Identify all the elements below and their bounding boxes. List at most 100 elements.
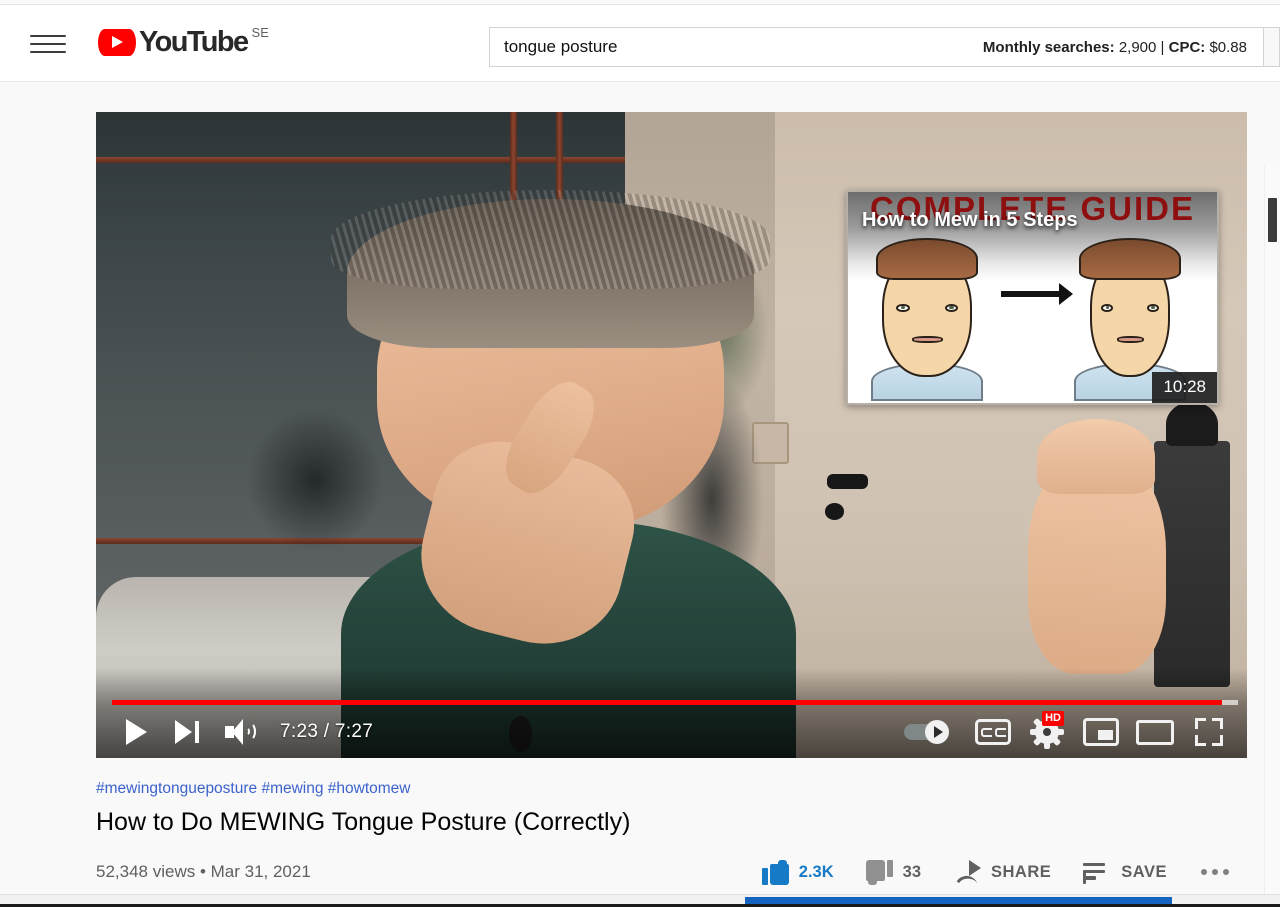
fs-corner xyxy=(1195,735,1206,746)
fs-corner xyxy=(1195,718,1206,729)
time-display: 7:23 / 7:27 xyxy=(280,721,374,742)
subject-raised-hand xyxy=(1028,419,1167,675)
hamburger-menu-icon[interactable] xyxy=(30,28,66,60)
youtube-logo[interactable]: YouTube SE xyxy=(98,25,269,58)
autoplay-toggle[interactable] xyxy=(901,708,963,756)
page-content: COMPLETE GUIDE How to Mew in 5 Steps 10:… xyxy=(0,83,1280,907)
page-title: How to Do MEWING Tongue Posture (Correct… xyxy=(96,808,631,836)
endcard-face-before xyxy=(866,228,988,401)
thumb-pad xyxy=(769,863,789,885)
dot xyxy=(1223,869,1229,875)
more-dots-icon[interactable] xyxy=(1183,849,1247,895)
hd-quality-badge: HD xyxy=(1042,711,1064,726)
view-count-and-date: 52,348 views • Mar 31, 2021 xyxy=(96,862,311,881)
theater-mode-icon xyxy=(1136,719,1174,745)
save-line xyxy=(1083,870,1106,873)
like-count: 2.3K xyxy=(798,862,834,881)
miniplayer-button[interactable] xyxy=(1077,708,1125,756)
endcard-hair xyxy=(1079,238,1182,280)
cc-glyph xyxy=(980,727,992,737)
endcard-eye xyxy=(1147,303,1160,313)
thumb-pad xyxy=(865,859,885,881)
gear-hole xyxy=(1043,728,1051,736)
save-plus xyxy=(1083,876,1097,879)
endcard-eye xyxy=(944,303,959,313)
play-icon[interactable] xyxy=(112,708,160,756)
save-line xyxy=(1083,863,1106,866)
captions-button[interactable] xyxy=(969,708,1017,756)
video-action-buttons: 2.3K 33 SHARE SAVE xyxy=(746,849,1247,895)
save-to-playlist-icon xyxy=(1083,861,1111,884)
save-label: SAVE xyxy=(1121,862,1167,881)
share-button[interactable]: SHARE xyxy=(937,849,1067,895)
monthly-searches-value: 2,900 xyxy=(1118,38,1157,56)
cc-glyph xyxy=(994,727,1006,737)
settings-button[interactable]: HD xyxy=(1023,708,1071,756)
progress-played xyxy=(112,700,1223,705)
dislike-button[interactable]: 33 xyxy=(850,849,937,895)
endcard-video-suggestion[interactable]: COMPLETE GUIDE How to Mew in 5 Steps 10:… xyxy=(846,190,1219,405)
dislike-count: 33 xyxy=(902,862,922,881)
thumbs-down-icon xyxy=(865,859,893,885)
video-player[interactable]: COMPLETE GUIDE How to Mew in 5 Steps 10:… xyxy=(96,112,1247,758)
metrics-separator: | xyxy=(1160,38,1165,56)
player-control-bar: 7:23 / 7:27 HD xyxy=(96,706,1247,758)
volume-glyph xyxy=(225,719,256,745)
menu-line xyxy=(30,51,66,53)
video-metadata: #mewingtongueposture #mewing #howtomew H… xyxy=(96,780,1247,895)
thumbs-up-icon xyxy=(761,859,789,885)
autoplay-switch xyxy=(904,717,960,747)
endcard-arrow-icon xyxy=(1001,283,1074,306)
endcard-pupil xyxy=(1105,306,1110,310)
youtube-watch-page: YouTube SE tongue posture Monthly search… xyxy=(0,0,1280,907)
dot xyxy=(1201,869,1207,875)
vertical-scrollbar[interactable] xyxy=(1264,166,1280,907)
save-button[interactable]: SAVE xyxy=(1067,849,1183,895)
fs-corner xyxy=(1212,718,1223,729)
like-button[interactable]: 2.3K xyxy=(746,849,850,895)
controls-left-group: 7:23 / 7:27 xyxy=(96,708,373,756)
cpc-value: $0.88 xyxy=(1209,38,1247,56)
autoplay-track xyxy=(904,720,949,744)
controls-right-group: HD xyxy=(901,708,1247,756)
search-query-text: tongue posture xyxy=(504,37,618,56)
endcard-hair xyxy=(876,238,979,280)
endcard-mouth xyxy=(911,336,943,344)
dot xyxy=(1212,869,1218,875)
fullscreen-button[interactable] xyxy=(1185,708,1233,756)
masthead-header: YouTube SE tongue posture Monthly search… xyxy=(0,4,1280,82)
cpc-label: CPC: xyxy=(1168,38,1206,56)
share-label: SHARE xyxy=(991,862,1052,881)
endcard-pupil xyxy=(901,306,906,310)
volume-icon[interactable] xyxy=(216,708,264,756)
vertical-scrollbar-thumb[interactable] xyxy=(1268,198,1277,242)
youtube-logo-text: YouTube xyxy=(139,26,249,58)
search-input[interactable]: tongue posture Monthly searches: 2,900 |… xyxy=(489,27,1264,67)
monthly-searches-label: Monthly searches: xyxy=(982,38,1115,56)
fullscreen-icon xyxy=(1195,718,1223,746)
sound-wave xyxy=(243,722,256,741)
next-video-icon[interactable] xyxy=(164,708,212,756)
thumb-stem xyxy=(761,867,768,885)
share-icon xyxy=(953,860,982,884)
subject-hair xyxy=(330,190,771,348)
next-glyph xyxy=(175,720,201,744)
miniplayer-icon xyxy=(1083,718,1119,746)
search-button[interactable] xyxy=(1264,27,1280,67)
endcard-pupil xyxy=(949,306,954,310)
autoplay-knob xyxy=(925,720,949,744)
endcard-eye xyxy=(1101,303,1114,313)
metadata-row: 52,348 views • Mar 31, 2021 2.3K 33 SHAR… xyxy=(96,849,1247,895)
endcard-pupil xyxy=(1151,306,1155,310)
theater-mode-button[interactable] xyxy=(1131,708,1179,756)
play-triangle xyxy=(125,719,147,745)
video-progress-bar[interactable] xyxy=(112,700,1238,705)
keyword-metrics-overlay: Monthly searches: 2,900 | CPC: $0.88 xyxy=(983,28,1247,66)
video-subject xyxy=(257,164,856,758)
speaker-cone xyxy=(232,719,243,745)
hashtag-links[interactable]: #mewingtongueposture #mewing #howtomew xyxy=(96,780,1247,798)
fs-corner xyxy=(1212,735,1223,746)
gear-icon: HD xyxy=(1030,711,1064,749)
menu-line xyxy=(30,35,66,37)
thumb-stem xyxy=(886,859,893,877)
